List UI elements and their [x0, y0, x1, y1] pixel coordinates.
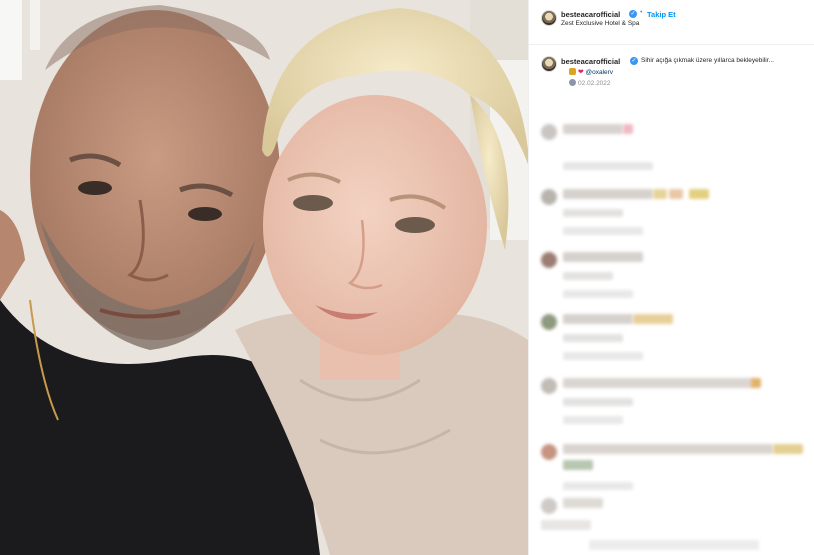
selfie-illustration	[0, 0, 528, 555]
caption-line-3: 02.02.2022	[569, 79, 611, 87]
emoji-icon	[569, 68, 576, 75]
caption-username[interactable]: besteacarofficial	[561, 57, 620, 66]
list-item	[529, 310, 814, 370]
post-date: 02.02.2022	[578, 80, 611, 87]
list-item	[529, 374, 814, 434]
follow-button[interactable]: Takip Et	[647, 10, 676, 19]
emoji-icon	[569, 79, 576, 86]
heart-icon: ❤	[577, 69, 584, 76]
list-item	[529, 494, 814, 554]
caption-line-2: ❤ @oxalerv	[569, 68, 613, 76]
post-photo	[0, 0, 528, 555]
avatar[interactable]	[541, 56, 557, 72]
list-item	[529, 120, 814, 180]
verified-badge-icon: ✓	[630, 57, 638, 65]
list-item	[529, 440, 814, 500]
caption-text: Sihir açığa çıkmak üzere yıllarca bekley…	[641, 57, 774, 64]
separator-dot: •	[640, 9, 643, 16]
post-sidebar: besteacarofficial ✓ • Takip Et Zest Excl…	[528, 0, 814, 555]
avatar[interactable]	[541, 10, 557, 26]
verified-badge-icon: ✓	[629, 10, 637, 18]
caption: besteacarofficial ✓ Sihir açığa çıkmak ü…	[529, 52, 814, 96]
header-username[interactable]: besteacarofficial	[561, 10, 620, 19]
post-header: besteacarofficial ✓ • Takip Et Zest Excl…	[529, 0, 814, 38]
mention-link[interactable]: @oxalerv	[586, 69, 614, 76]
list-item	[529, 185, 814, 245]
location-link[interactable]: Zest Exclusive Hotel & Spa	[561, 20, 639, 27]
divider	[529, 44, 814, 45]
comments-list	[529, 110, 814, 555]
list-item	[529, 248, 814, 308]
